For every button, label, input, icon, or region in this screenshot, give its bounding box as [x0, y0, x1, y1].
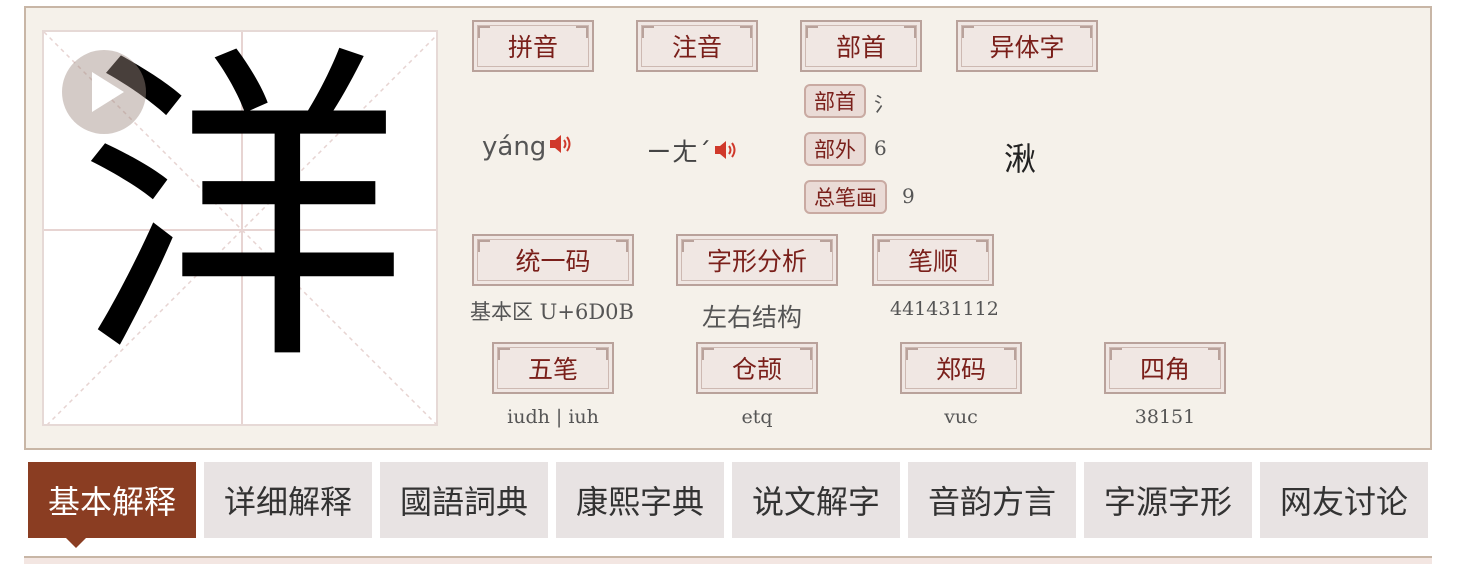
zhengma-value: vuc [944, 406, 978, 428]
zhuyin-speaker[interactable] [713, 138, 739, 169]
speaker-icon [550, 135, 571, 153]
sijiao-value: 38151 [1134, 406, 1196, 428]
label-stroke-order: 笔顺 [872, 234, 994, 286]
speaker-icon [715, 141, 736, 159]
cangjie-value: etq [741, 406, 773, 428]
wubi-value: iudh | iuh [507, 406, 599, 428]
pill-total-strokes: 总笔画 [804, 180, 887, 214]
label-zhuyin: 注音 [636, 20, 758, 72]
pinyin-speaker[interactable] [548, 132, 574, 163]
label-radical: 部首 [800, 20, 922, 72]
character-info-panel: 洋 拼音 注音 部首 异体字 yáng ㄧㄤˊ 部首 氵 部外 6 总笔画 9 … [24, 6, 1432, 450]
play-icon [92, 72, 124, 112]
outer-strokes-value: 6 [874, 136, 887, 160]
structure-value: 左右结构 [702, 303, 803, 332]
tab-character-origin[interactable]: 字源字形 [1084, 462, 1252, 538]
tab-kangxi-dictionary[interactable]: 康熙字典 [556, 462, 724, 538]
tab-detailed-explanation[interactable]: 详细解释 [204, 462, 372, 538]
unicode-value: 基本区 U+6D0B [470, 300, 634, 324]
label-wubi: 五笔 [492, 342, 614, 394]
pill-radical: 部首 [804, 84, 866, 118]
tab-basic-explanation[interactable]: 基本解释 [28, 462, 196, 548]
tab-guoyu-dictionary[interactable]: 國語詞典 [380, 462, 548, 538]
label-cangjie: 仓颉 [696, 342, 818, 394]
label-unicode: 统一码 [472, 234, 634, 286]
tab-user-discussion[interactable]: 网友讨论 [1260, 462, 1428, 538]
glyph-display: 洋 [42, 30, 438, 426]
label-sijiao: 四角 [1104, 342, 1226, 394]
stroke-order-value: 441431112 [890, 298, 999, 320]
radical-value: 氵 [874, 92, 894, 116]
pill-outer-strokes: 部外 [804, 132, 866, 166]
zhuyin-text: ㄧㄤˊ [646, 138, 712, 168]
play-stroke-animation-button[interactable] [62, 50, 146, 134]
tab-phonology-dialects[interactable]: 音韵方言 [908, 462, 1076, 538]
tab-shuowen[interactable]: 说文解字 [732, 462, 900, 538]
label-zhengma: 郑码 [900, 342, 1022, 394]
label-variant: 异体字 [956, 20, 1098, 72]
total-strokes-value: 9 [902, 184, 915, 208]
pinyin-value: yáng [482, 132, 574, 163]
label-structure: 字形分析 [676, 234, 838, 286]
pinyin-text: yáng [482, 132, 547, 162]
variant-character[interactable]: 湫 [1004, 134, 1036, 180]
zhuyin-value: ㄧㄤˊ [646, 132, 739, 169]
label-pinyin: 拼音 [472, 20, 594, 72]
content-area-top-edge [24, 556, 1432, 564]
